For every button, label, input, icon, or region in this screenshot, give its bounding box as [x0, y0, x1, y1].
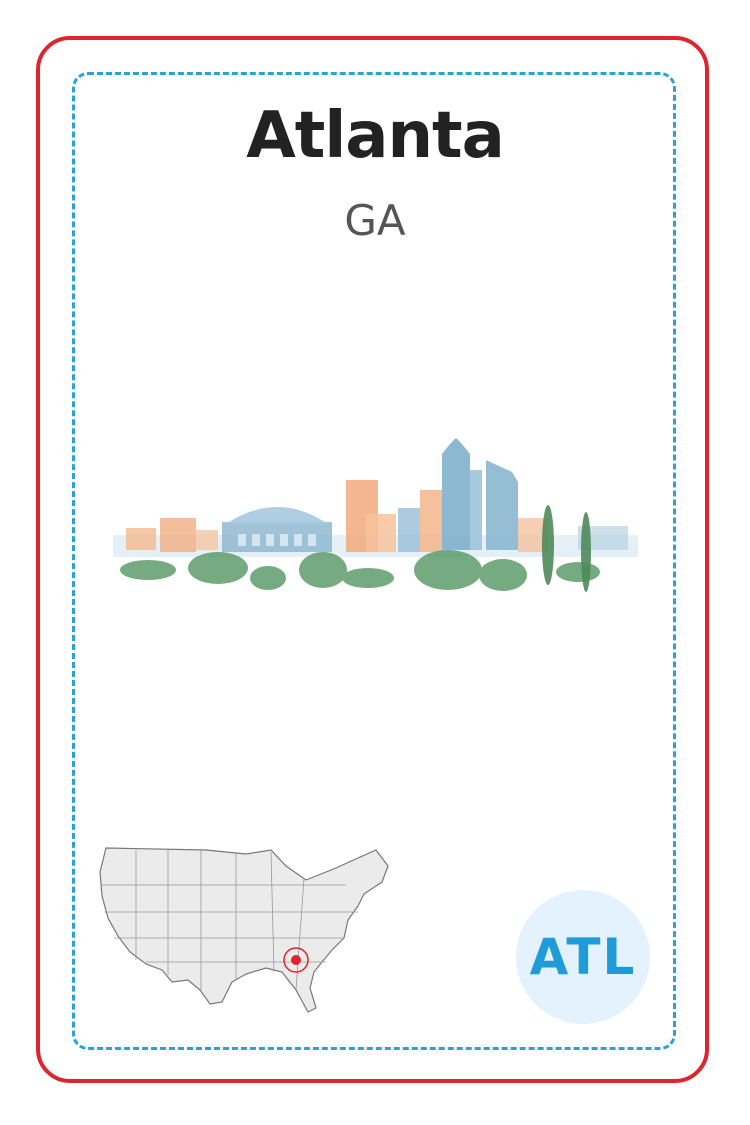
- airport-code-badge: ATL: [516, 890, 650, 1024]
- usa-map: [99, 847, 389, 1013]
- tower-orange-2: [366, 514, 396, 552]
- building-left-1: [126, 528, 156, 550]
- tower-blue-tall: [442, 438, 470, 550]
- building-left-2: [160, 518, 196, 552]
- tower-blue-angled: [486, 460, 518, 550]
- location-pin-icon: [291, 955, 301, 965]
- cypress-tree-2: [581, 512, 591, 592]
- airport-code: ATL: [529, 928, 637, 986]
- usa-outline: [99, 847, 389, 1013]
- state-abbreviation: GA: [344, 196, 406, 245]
- building-left-3: [196, 530, 218, 550]
- tower-blue-small: [398, 508, 420, 552]
- cypress-tree-1: [542, 505, 554, 585]
- skyline-illustration: [113, 438, 638, 592]
- tower-orange-3: [420, 490, 442, 552]
- stadium-dome: [226, 507, 328, 524]
- city-name: Atlanta: [246, 99, 505, 173]
- tower-blue-side: [470, 470, 482, 550]
